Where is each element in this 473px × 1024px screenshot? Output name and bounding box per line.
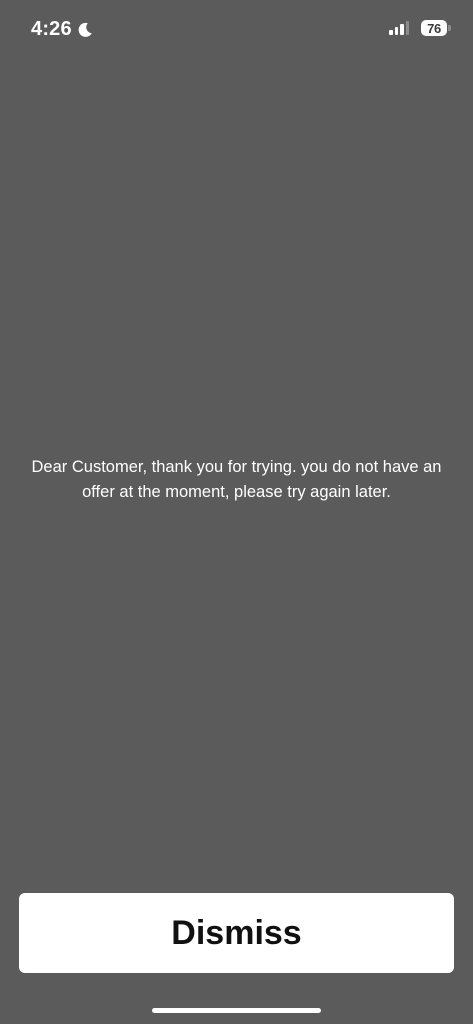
status-time-group: 4:26	[31, 18, 93, 41]
battery-tip	[448, 25, 451, 31]
battery-icon: 76	[421, 20, 451, 36]
status-right-group: 76	[389, 20, 451, 36]
dismiss-button[interactable]: Dismiss	[19, 893, 454, 973]
battery-level: 76	[421, 20, 447, 36]
home-indicator[interactable]	[152, 1008, 321, 1013]
status-bar: 4:26 76	[0, 0, 473, 60]
moon-icon	[77, 22, 93, 38]
offer-message: Dear Customer, thank you for trying. you…	[31, 458, 442, 501]
signal-icon	[389, 21, 409, 35]
status-time: 4:26	[31, 18, 72, 40]
